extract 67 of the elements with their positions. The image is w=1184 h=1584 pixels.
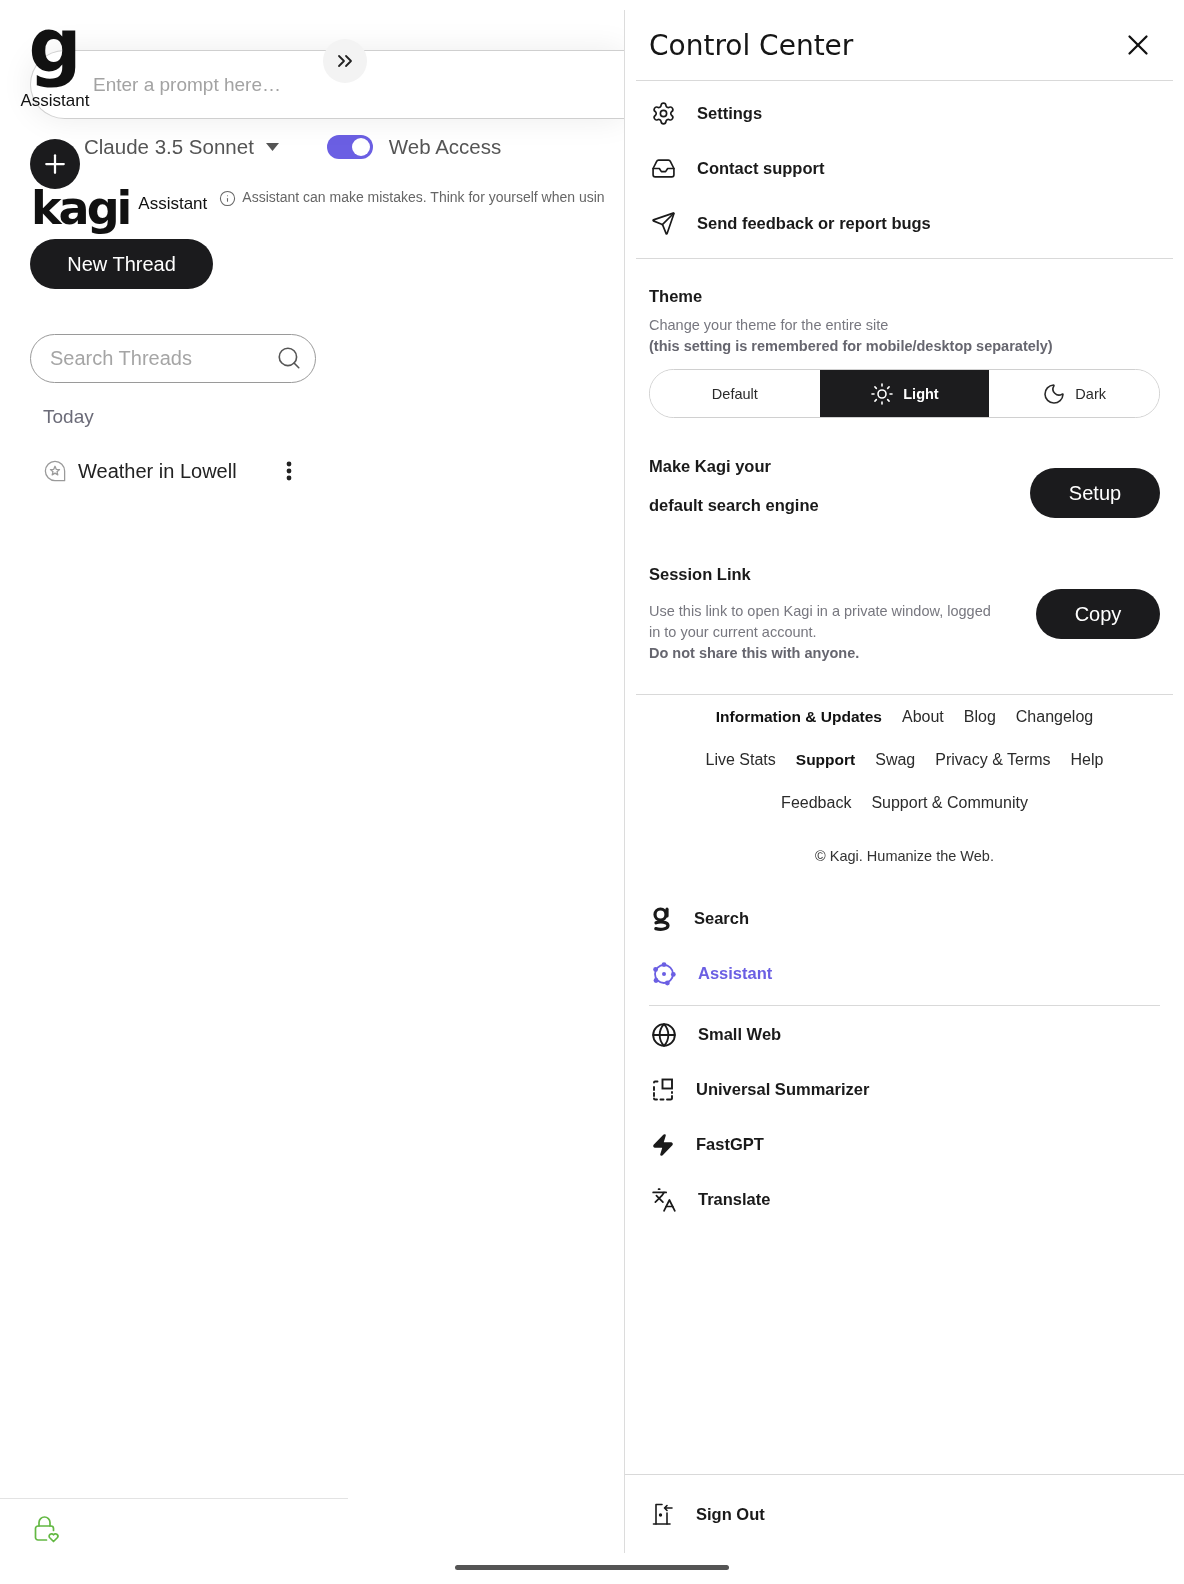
menu-item[interactable]: Settings	[651, 101, 763, 126]
gear-icon	[651, 101, 676, 126]
star-bubble-icon	[44, 460, 66, 482]
sign-out-button[interactable]: Sign Out	[651, 1502, 765, 1526]
add-button[interactable]	[30, 139, 80, 189]
service-item[interactable]: Small Web	[651, 1021, 782, 1048]
menu-item[interactable]: Send feedback or report bugs	[651, 211, 931, 236]
globe-icon	[651, 1021, 677, 1048]
logo-wordmark: kagi	[31, 181, 130, 235]
service-item[interactable]: FastGPT	[651, 1132, 764, 1157]
vertical-dots-icon	[286, 461, 292, 481]
dashed-square-icon	[651, 1077, 675, 1102]
copy-button[interactable]: Copy	[1036, 589, 1160, 639]
search-icon	[276, 345, 302, 371]
web-access-toggle[interactable]	[326, 135, 373, 159]
footer-link[interactable]: Blog	[963, 695, 996, 738]
footer-heading: Information & Updates	[715, 707, 882, 727]
info-icon	[219, 190, 237, 207]
theme-note: (this setting is remembered for mobile/desktop separately)	[649, 337, 1053, 356]
footer-link[interactable]: Swag	[875, 738, 916, 781]
footer-link[interactable]: Privacy & Terms	[935, 738, 1051, 781]
search-field[interactable]: Search Threads	[30, 334, 316, 383]
footer-link[interactable]: Live Stats	[705, 738, 776, 781]
thread-title[interactable]: Weather in Lowell	[78, 459, 237, 483]
theme-option[interactable]: Light	[819, 370, 990, 417]
copyright-text: © Kagi. Humanize the Web.	[815, 847, 994, 866]
footer-link[interactable]: Support & Community	[871, 781, 1028, 824]
date-heading: Today	[43, 406, 94, 428]
door-arrow-icon	[651, 1502, 675, 1526]
default-engine-text: Make Kagi your default search engine	[649, 456, 820, 516]
logo-caption: Assistant	[20, 92, 90, 109]
footer-link[interactable]: Feedback	[781, 781, 852, 824]
logo-caption: Assistant	[138, 194, 208, 214]
moon-icon	[1042, 381, 1067, 406]
session-warning: Do not share this with anyone.	[649, 644, 860, 663]
menu-item[interactable]: Contact support	[651, 156, 825, 181]
expand-button[interactable]	[323, 39, 367, 83]
lock-heart-icon	[34, 1515, 60, 1543]
caret-icon	[265, 143, 279, 151]
footer-link[interactable]: Changelog	[1015, 695, 1094, 738]
more-button[interactable]	[286, 460, 292, 482]
sun-icon	[870, 381, 895, 406]
footer-link[interactable]: Help	[1070, 738, 1104, 781]
new-thread-button[interactable]: New Thread	[30, 239, 213, 289]
service-item[interactable]: Universal Summarizer	[651, 1077, 870, 1102]
footer-link[interactable]: About	[901, 695, 944, 738]
service-item[interactable]: Translate	[651, 1186, 771, 1213]
session-description: Use this link to open Kagi in a private window, logged in to your current account.	[649, 602, 992, 642]
lightning-icon	[651, 1132, 675, 1157]
logo-mark: g	[28, 1, 82, 90]
setup-button[interactable]: Setup	[1030, 468, 1160, 518]
section-title: Session Link	[649, 564, 751, 584]
paper-plane-icon	[651, 211, 676, 236]
service-item[interactable]: Search	[651, 905, 750, 932]
g-mark-icon	[651, 905, 673, 932]
panel-title: Control Center	[649, 28, 854, 62]
service-item[interactable]: Assistant	[651, 960, 773, 987]
notice-text: Assistant can make mistakes. Think for yourself when usin	[242, 188, 605, 207]
prompt-input[interactable]: Enter a prompt here…	[93, 64, 624, 105]
section-title: Theme	[649, 286, 703, 306]
translate-icon	[651, 1186, 677, 1213]
web-access-label: Web Access	[388, 135, 502, 159]
theme-description: Change your theme for the entire site	[649, 316, 889, 335]
model-dropdown[interactable]: Claude 3.5 Sonnet	[84, 135, 279, 159]
dots-circle-icon	[651, 960, 677, 987]
inbox-icon	[651, 156, 676, 181]
footer-heading: Support	[795, 750, 856, 770]
